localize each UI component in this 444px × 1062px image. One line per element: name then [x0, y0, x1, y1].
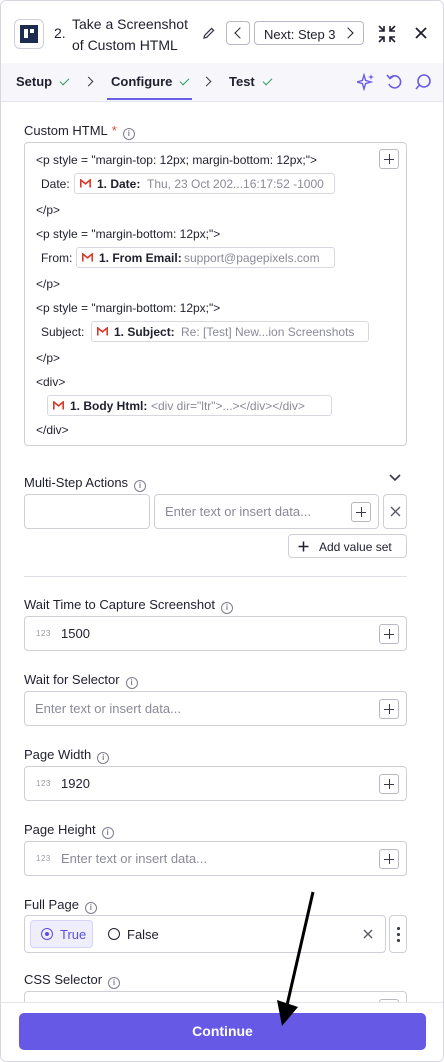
check-icon [59, 75, 70, 86]
code-line: <p style = "margin-bottom: 12px;"> [36, 301, 221, 315]
chevron-right-icon [83, 76, 94, 87]
page-width-input[interactable]: 123 1920 [24, 766, 407, 801]
remove-value-button[interactable] [383, 494, 407, 529]
insert-data-button[interactable] [351, 502, 371, 522]
active-tab-indicator [107, 98, 192, 100]
info-icon[interactable]: i [101, 827, 114, 839]
date-prefix: Date: [41, 177, 70, 191]
subject-data-pill[interactable]: 1. Subject: Re: [Test] New...ion Screens… [91, 321, 369, 342]
section-divider [24, 576, 407, 577]
more-options-button[interactable] [389, 915, 407, 953]
radio-selected-icon [41, 928, 53, 940]
pencil-icon[interactable] [202, 26, 216, 40]
page-width-label: Page Width i [24, 747, 110, 764]
chevron-right-icon [342, 27, 354, 39]
insert-data-button[interactable] [379, 149, 399, 169]
tab-configure[interactable]: Configure [111, 74, 190, 89]
ai-sparkle-icon[interactable] [357, 73, 375, 91]
wait-selector-label: Wait for Selector i [24, 672, 138, 689]
info-icon[interactable]: i [134, 480, 147, 492]
app-logo-icon [14, 19, 44, 49]
number-type-icon: 123 [36, 779, 51, 788]
radio-unselected-icon [108, 928, 120, 940]
info-icon[interactable]: i [125, 677, 138, 689]
gmail-icon [53, 401, 64, 410]
check-icon [262, 75, 273, 86]
info-icon[interactable]: i [122, 128, 135, 140]
code-line: <div> [36, 375, 66, 389]
info-icon[interactable]: i [97, 752, 110, 764]
chevron-right-icon [201, 76, 212, 87]
code-line: <p style = "margin-top: 12px; margin-bot… [36, 153, 317, 167]
page-height-label: Page Height i [24, 822, 114, 839]
body-html-data-pill[interactable]: 1. Body Html: <div dir="ltr">...></div><… [47, 395, 332, 416]
insert-data-button[interactable] [379, 774, 399, 794]
gmail-icon [97, 327, 108, 336]
css-selector-input[interactable] [24, 991, 407, 1002]
close-icon[interactable] [413, 25, 429, 41]
tab-test[interactable]: Test [229, 74, 273, 89]
previous-step-button[interactable] [226, 21, 250, 45]
insert-data-button[interactable] [379, 624, 399, 644]
wait-time-label: Wait Time to Capture Screenshot i [24, 597, 233, 614]
step-tabs: Setup Configure Test [1, 63, 443, 102]
step-header: 2. Take a Screenshot of Custom HTML Next… [1, 1, 443, 63]
number-type-icon: 123 [36, 854, 51, 863]
step-footer: Continue [1, 1002, 443, 1061]
plus-icon [298, 541, 309, 552]
code-line: <p style = "margin-bottom: 12px;"> [36, 227, 221, 241]
full-page-radio-group: True False [24, 915, 386, 953]
radio-true[interactable]: True [30, 920, 93, 948]
subject-prefix: Subject: [41, 325, 85, 339]
comment-icon[interactable] [414, 73, 432, 91]
wait-time-input[interactable]: 123 1500 [24, 616, 407, 651]
custom-html-editor[interactable]: <p style = "margin-top: 12px; margin-bot… [24, 142, 407, 446]
gmail-icon [80, 179, 91, 188]
insert-data-button[interactable] [379, 699, 399, 719]
clear-icon[interactable] [363, 929, 373, 939]
code-line: </p> [36, 351, 61, 365]
code-line: </p> [36, 277, 61, 291]
radio-false[interactable]: False [107, 920, 167, 948]
configure-form: Custom HTML * i <p style = "margin-top: 12… [1, 102, 443, 1002]
chevron-down-icon[interactable] [389, 473, 401, 483]
insert-data-button[interactable] [379, 849, 399, 869]
info-icon[interactable]: i [221, 602, 233, 614]
code-line: </p> [36, 203, 61, 217]
chevron-left-icon [234, 27, 246, 39]
wait-selector-input[interactable]: Enter text or insert data... [24, 691, 407, 726]
full-page-label: Full Page i [24, 897, 97, 914]
check-icon [179, 75, 190, 86]
number-type-icon: 123 [36, 629, 51, 638]
step-title[interactable]: Take a Screenshot of Custom HTML [72, 14, 202, 56]
undo-icon[interactable] [386, 73, 404, 91]
custom-html-label: Custom HTML * i [24, 123, 135, 140]
step-editor-panel: 2. Take a Screenshot of Custom HTML Next… [0, 0, 444, 1062]
page-height-input[interactable]: 123 Enter text or insert data... [24, 841, 407, 876]
multi-step-value-input[interactable]: Enter text or insert data... [154, 494, 379, 529]
gmail-icon [82, 253, 93, 262]
annotation-arrow [277, 891, 315, 1026]
info-icon[interactable]: i [108, 977, 121, 989]
collapse-icon[interactable] [378, 25, 396, 43]
css-selector-label: CSS Selector i [24, 972, 121, 989]
continue-button[interactable]: Continue [19, 1013, 426, 1050]
next-step-button[interactable]: Next: Step 3 [254, 21, 364, 45]
multi-step-actions-label: Multi-Step Actions i [24, 475, 147, 492]
add-value-set-button[interactable]: Add value set [288, 534, 407, 558]
step-number: 2. [54, 25, 66, 41]
date-data-pill[interactable]: 1. Date: Thu, 23 Oct 202...16:17:52 -100… [74, 173, 335, 194]
multi-step-key-input[interactable] [24, 494, 150, 529]
next-step-label: Next: Step 3 [264, 27, 336, 42]
info-icon[interactable]: i [84, 902, 97, 914]
from-email-data-pill[interactable]: 1. From Email: support@pagepixels.com [76, 247, 335, 268]
from-prefix: From: [41, 251, 73, 265]
close-icon [390, 506, 401, 517]
tab-setup[interactable]: Setup [16, 74, 70, 89]
code-line: </div> [36, 423, 69, 437]
